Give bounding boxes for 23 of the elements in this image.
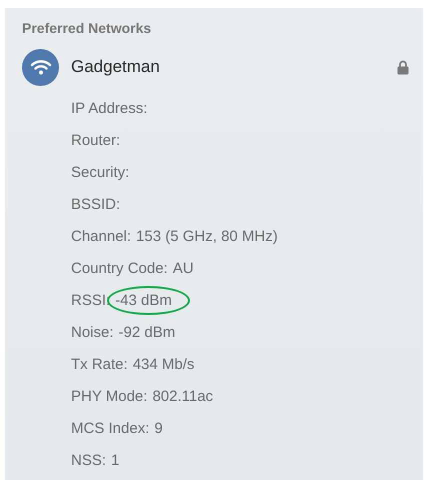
detail-label: Channel: (71, 228, 132, 244)
detail-value: -43 dBm (115, 292, 172, 308)
detail-label: Router: (71, 132, 120, 148)
detail-label: PHY Mode: (71, 388, 148, 404)
detail-label: Noise: (71, 324, 114, 340)
detail-label: MCS Index: (71, 420, 150, 436)
detail-value: 1 (111, 452, 120, 468)
detail-value: -92 dBm (118, 324, 176, 340)
detail-value: 9 (154, 420, 163, 436)
detail-label: IP Address: (71, 100, 148, 116)
detail-label: Security: (71, 164, 130, 180)
detail-value: 153 (5 GHz, 80 MHz) (136, 228, 278, 244)
network-row[interactable]: Gadgetman (22, 48, 423, 86)
detail-label: BSSID: (71, 196, 120, 212)
wifi-icon (22, 48, 59, 86)
detail-value: 802.11ac (152, 388, 214, 404)
detail-label: Tx Rate: (71, 356, 128, 372)
detail-label: Country Code: (71, 260, 168, 276)
detail-value: 434 Mb/s (132, 356, 194, 372)
section-title: Preferred Networks (22, 20, 152, 38)
detail-label: NSS: (71, 452, 106, 468)
detail-value: AU (172, 260, 194, 276)
network-name: Gadgetman (71, 57, 160, 77)
